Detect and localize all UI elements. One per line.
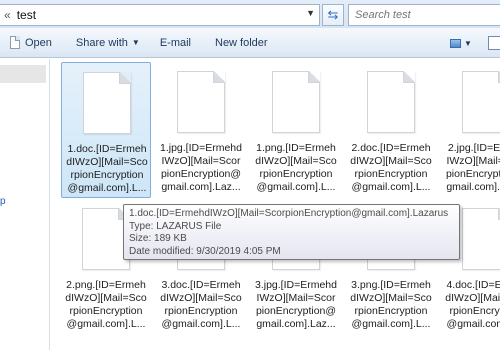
file-name-line: @gmail.com].L... — [351, 318, 431, 330]
address-bar-row: « test ▼ ⇆ — [0, 0, 500, 28]
file-name-line: rpionEncryption — [69, 305, 143, 317]
file-name-line: pionEncryption@ — [255, 305, 337, 317]
file-name-line: dIWzO][Mail=Sco — [66, 156, 148, 168]
address-dropdown-icon[interactable]: ▼ — [306, 8, 315, 18]
file-name-line: IWzO][Mail=Scor — [446, 155, 500, 167]
file-name-line: @gmail.com].L... — [446, 318, 500, 330]
file-name: 1.doc.[ID=Ermeh dIWzO][Mail=Sco rpionEncry… — [65, 143, 149, 195]
change-view-icon — [450, 38, 461, 48]
file-name: 2.jpg.[ID=ErmehIWzO][Mail=ScorpionEncryp… — [444, 142, 500, 194]
open-label: Open — [25, 36, 52, 49]
file-name-line: pionEncryption@ — [445, 168, 500, 180]
new-folder-button[interactable]: New folder — [209, 32, 274, 54]
file-name: 1.png.[ID=Ermeh dIWzO][Mail=Sco rpionEncry… — [254, 142, 338, 194]
file-name-line: rpionEncryption — [354, 305, 428, 317]
email-button[interactable]: E-mail — [154, 32, 197, 54]
file-name-line: @gmail.com].L... — [161, 318, 241, 330]
file-name-line: dIWzO][Mail=Sco — [350, 292, 432, 304]
file-name-line: gmail.com].Laz... — [256, 318, 336, 330]
file-name-line: @gmail.com].L... — [256, 181, 336, 193]
file-name-line: IWzO][Mail=Scor — [256, 292, 336, 304]
file-name-line: gmail.com].Laz... — [446, 181, 500, 193]
file-item[interactable]: 1.jpg.[ID=Ermehd IWzO][Mail=Scor pionEncry… — [156, 62, 246, 198]
share-with-label: Share with — [75, 36, 128, 49]
file-name-line: dIWzO][Mail=Sco — [350, 155, 432, 167]
breadcrumb-folder[interactable]: test — [17, 8, 36, 22]
file-name-line: @gmail.com].L... — [66, 318, 146, 330]
share-with-button[interactable]: Share with ▼ — [70, 32, 146, 54]
search-input[interactable] — [355, 9, 485, 21]
nav-selected-item[interactable] — [0, 65, 46, 83]
file-name-line: rpionEncryption — [259, 168, 333, 180]
document-file-icon — [367, 71, 415, 133]
address-bar[interactable]: « test ▼ — [0, 4, 320, 26]
navigation-pane[interactable]: p — [0, 59, 50, 350]
file-name-line: 2.doc.[ID=Ermeh — [351, 142, 431, 154]
file-name: 4.doc.[ID=ErmehdIWzO][Mail=ScorpionEncry… — [444, 279, 500, 331]
file-name-line: dIWzO][Mail=Sco — [160, 292, 242, 304]
refresh-icon: ⇆ — [327, 7, 339, 22]
chevron-down-icon: ▼ — [464, 38, 472, 48]
file-name-line: 2.jpg.[ID=Ermeh — [447, 142, 500, 154]
file-name-line: dIWzO][Mail=Sco — [65, 292, 147, 304]
file-name-line: 2.png.[ID=Ermeh — [66, 279, 146, 291]
file-name-line: @gmail.com].L... — [351, 181, 431, 193]
file-name: 1.jpg.[ID=Ermehd IWzO][Mail=Scor pionEncry… — [159, 142, 243, 194]
nav-item-fragment[interactable]: p — [0, 196, 6, 207]
chevron-down-icon: ▼ — [131, 38, 140, 47]
change-view-button[interactable]: ▼ — [450, 34, 476, 52]
file-info-tooltip: 1.doc.[ID=ErmehdIWzO][Mail=ScorpionEncry… — [123, 204, 460, 260]
document-file-icon — [83, 72, 131, 134]
preview-pane-icon[interactable] — [488, 36, 500, 50]
file-name-line: gmail.com].Laz... — [161, 181, 241, 193]
file-item[interactable]: 1.doc.[ID=Ermeh dIWzO][Mail=Sco rpionEncry… — [61, 62, 151, 198]
file-name-line: pionEncryption@ — [160, 168, 242, 180]
file-name-line: 1.doc.[ID=Ermeh — [67, 143, 147, 155]
document-icon — [10, 36, 20, 49]
file-name-line: 1.jpg.[ID=Ermehd — [159, 142, 242, 154]
file-name-line: 3.doc.[ID=Ermeh — [161, 279, 241, 291]
document-file-icon — [177, 71, 225, 133]
file-name-line: dIWzO][Mail=Sco — [255, 155, 337, 167]
tooltip-size: Size: 189 KB — [129, 233, 187, 244]
document-file-icon — [462, 208, 500, 270]
file-name: 3.doc.[ID=Ermeh dIWzO][Mail=Sco rpionEncry… — [159, 279, 243, 331]
file-name: 3.png.[ID=Ermeh dIWzO][Mail=Sco rpionEncry… — [349, 279, 433, 331]
file-name-line: dIWzO][Mail=Sco — [445, 292, 500, 304]
file-name-line: rpionEncryption — [164, 305, 238, 317]
file-name-line: 1.png.[ID=Ermeh — [256, 142, 336, 154]
file-name-line: 3.jpg.[ID=Ermehd — [254, 279, 337, 291]
file-name-line: rpionEncryption — [449, 305, 500, 317]
tooltip-date-modified: Date modified: 9/30/2019 4:05 PM — [129, 245, 281, 257]
document-file-icon — [272, 71, 320, 133]
file-name: 2.png.[ID=Ermeh dIWzO][Mail=Sco rpionEncry… — [64, 279, 148, 331]
command-bar: Open Share with ▼ E-mail New folder — [0, 28, 500, 58]
document-file-icon — [462, 71, 500, 133]
tooltip-filename: 1.doc.[ID=ErmehdIWzO][Mail=ScorpionEncry… — [129, 208, 449, 219]
file-name-line: rpionEncryption — [70, 169, 144, 181]
email-label: E-mail — [159, 36, 191, 49]
new-folder-label: New folder — [215, 36, 268, 49]
refresh-button[interactable]: ⇆ — [322, 4, 344, 26]
file-name-line: @gmail.com].L... — [67, 182, 147, 194]
tooltip-type: Type: LAZARUS File — [129, 220, 222, 232]
open-button[interactable]: Open — [4, 32, 58, 54]
search-box[interactable] — [348, 4, 500, 26]
file-name: 2.doc.[ID=Ermeh dIWzO][Mail=Sco rpionEncry… — [349, 142, 433, 194]
breadcrumb-overflow[interactable]: « — [0, 8, 17, 22]
file-name-line: rpionEncryption — [354, 168, 428, 180]
file-name-line: 3.png.[ID=Ermeh — [351, 279, 431, 291]
file-item[interactable]: 1.png.[ID=Ermeh dIWzO][Mail=Sco rpionEncry… — [251, 62, 341, 198]
file-name-line: IWzO][Mail=Scor — [161, 155, 241, 167]
file-item[interactable]: 2.jpg.[ID=ErmehIWzO][Mail=ScorpionEncryp… — [441, 62, 500, 198]
file-name-line: 4.doc.[ID=Ermeh — [446, 279, 500, 291]
file-name: 3.jpg.[ID=Ermehd IWzO][Mail=Scor pionEncry… — [254, 279, 338, 331]
file-item[interactable]: 2.doc.[ID=Ermeh dIWzO][Mail=Sco rpionEncry… — [346, 62, 436, 198]
